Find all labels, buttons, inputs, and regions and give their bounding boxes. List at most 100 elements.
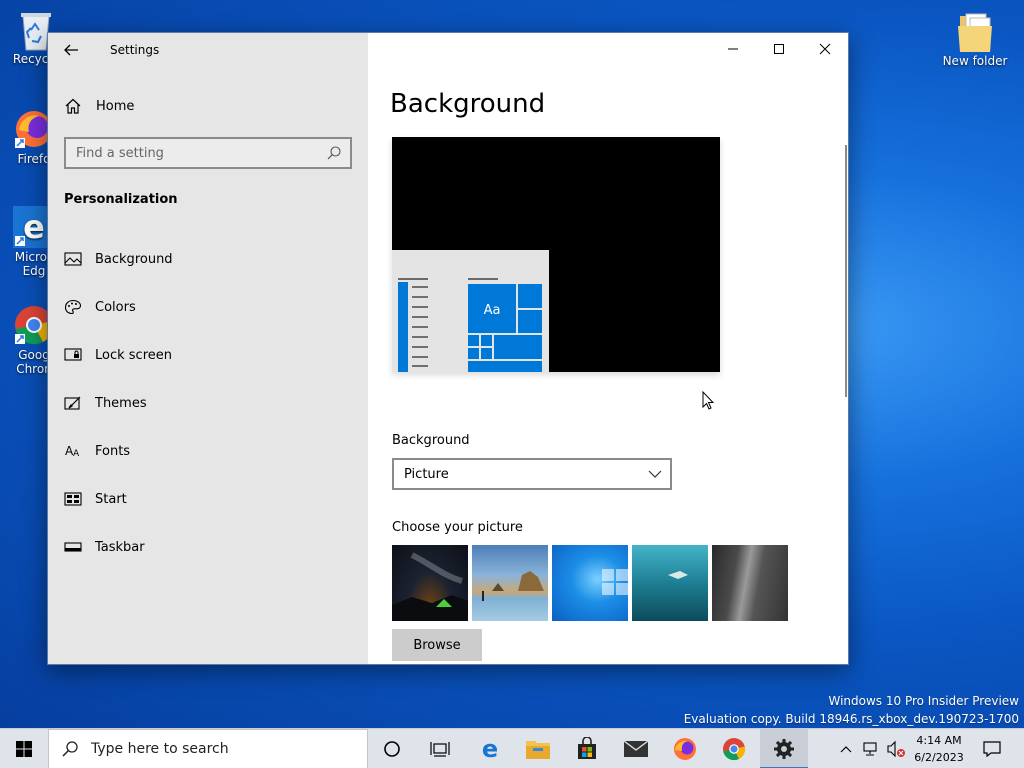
thumbnail-rock-cliff[interactable]	[712, 545, 788, 621]
watermark-line2: Evaluation copy. Build 18946.rs_xbox_dev…	[683, 712, 1019, 726]
clock-date: 6/2/2023	[914, 751, 964, 764]
home-label: Home	[96, 98, 135, 114]
browse-button[interactable]: Browse	[392, 629, 482, 661]
watermark-line1: Windows 10 Pro Insider Preview	[828, 694, 1019, 708]
chevron-down-icon	[648, 470, 662, 478]
chrome-icon	[723, 738, 746, 761]
taskbar-edge[interactable]: e	[466, 729, 514, 768]
maximize-icon	[774, 44, 784, 54]
title-bar[interactable]: Settings	[48, 33, 368, 67]
network-button[interactable]	[860, 729, 882, 768]
nav-item-label: Fonts	[95, 443, 131, 459]
mail-icon	[623, 740, 649, 757]
taskbar-icon	[64, 542, 82, 552]
nav-item-themes[interactable]: Themes	[48, 385, 368, 421]
thumbnail-beach-rocks[interactable]	[472, 545, 548, 621]
desktop-icon-new-folder[interactable]: New folder	[937, 10, 1013, 68]
underwater-graphic	[668, 571, 688, 579]
thumbnail-night-sky[interactable]	[392, 545, 468, 621]
task-view-icon	[430, 742, 450, 757]
cortana-icon	[384, 741, 400, 757]
network-icon	[863, 742, 877, 756]
file-explorer-icon	[526, 741, 550, 759]
thumbnail-underwater[interactable]	[632, 545, 708, 621]
close-icon	[819, 43, 831, 55]
back-button[interactable]	[60, 39, 82, 61]
background-label: Background	[392, 433, 470, 448]
maximize-button[interactable]	[756, 33, 802, 65]
desktop-icon-label: New folder	[942, 54, 1008, 68]
nav-item-label: Themes	[95, 395, 147, 411]
windows-logo-graphic	[602, 569, 628, 595]
mouse-cursor-icon	[702, 391, 715, 410]
page-title: Background	[390, 89, 546, 119]
taskbar-mail[interactable]	[612, 729, 660, 768]
search-icon	[327, 146, 341, 160]
settings-nav: Settings Home Find a setting Personaliza…	[48, 33, 368, 664]
section-title: Personalization	[64, 192, 178, 207]
minimize-button[interactable]	[710, 33, 756, 65]
taskbar-settings[interactable]	[760, 729, 808, 768]
beach-rocks-graphic	[482, 571, 544, 601]
nav-item-label: Colors	[95, 299, 136, 315]
start-button[interactable]	[0, 729, 48, 768]
action-center-button[interactable]	[968, 729, 1016, 768]
nav-item-fonts[interactable]: A A Fonts	[48, 433, 368, 469]
taskbar: Type here to search e 4:14 AM 6/2/2023	[0, 728, 1024, 768]
taskbar-search-placeholder: Type here to search	[91, 741, 229, 757]
content-scrollbar[interactable]	[845, 145, 847, 397]
nav-item-label: Background	[95, 251, 173, 267]
picture-icon	[64, 252, 82, 266]
window-title: Settings	[110, 43, 160, 57]
background-preview: Aa	[392, 137, 720, 372]
minimize-icon	[728, 48, 738, 50]
edge-icon: e	[482, 737, 498, 761]
taskbar-search-box[interactable]: Type here to search	[48, 729, 368, 768]
back-arrow-icon	[64, 44, 78, 56]
nav-item-colors[interactable]: Colors	[48, 289, 368, 325]
search-icon	[62, 741, 78, 757]
palette-icon	[64, 299, 82, 315]
home-link[interactable]: Home	[64, 95, 134, 117]
volume-muted-icon	[887, 740, 905, 758]
brush-icon	[64, 396, 81, 410]
volume-button[interactable]	[884, 729, 908, 768]
windows-logo-icon	[16, 741, 32, 757]
taskbar-chrome[interactable]	[710, 729, 758, 768]
taskbar-store[interactable]	[563, 729, 611, 768]
nav-item-lock-screen[interactable]: Lock screen	[48, 337, 368, 373]
svg-text:e: e	[482, 737, 498, 761]
nav-item-label: Start	[95, 491, 127, 507]
font-icon: A A	[65, 444, 80, 459]
nav-item-start[interactable]: Start	[48, 481, 368, 517]
svg-text:A: A	[73, 449, 80, 459]
folder-icon	[954, 10, 996, 52]
cortana-button[interactable]	[368, 729, 416, 768]
clock[interactable]: 4:14 AM 6/2/2023	[912, 732, 966, 766]
start-icon	[64, 492, 82, 506]
picture-thumbnails	[392, 545, 788, 621]
nav-item-taskbar[interactable]: Taskbar	[48, 529, 368, 565]
task-view-button[interactable]	[416, 729, 464, 768]
nav-item-label: Taskbar	[95, 539, 145, 555]
settings-content: Background Aa Background Picture Choose …	[368, 33, 848, 664]
firefox-icon	[674, 738, 696, 760]
nav-item-background[interactable]: Background	[48, 241, 368, 277]
taskbar-file-explorer[interactable]	[514, 729, 562, 768]
nav-item-label: Lock screen	[95, 347, 172, 363]
show-hidden-icons-button[interactable]	[836, 729, 856, 768]
background-dropdown-value: Picture	[404, 466, 449, 482]
thumbnail-windows-blue[interactable]	[552, 545, 628, 621]
settings-window: Settings Home Find a setting Personaliza…	[47, 32, 849, 665]
gear-icon	[774, 739, 794, 759]
svg-text:e: e	[23, 208, 45, 246]
background-dropdown[interactable]: Picture	[392, 458, 672, 490]
night-sky-graphic	[392, 552, 468, 621]
close-button[interactable]	[802, 33, 848, 65]
chevron-up-icon	[840, 746, 852, 753]
clock-time: 4:14 AM	[916, 734, 962, 747]
store-icon	[578, 737, 596, 759]
find-setting-input[interactable]: Find a setting	[64, 137, 352, 169]
taskbar-firefox[interactable]	[661, 729, 709, 768]
notification-icon	[983, 741, 1001, 758]
